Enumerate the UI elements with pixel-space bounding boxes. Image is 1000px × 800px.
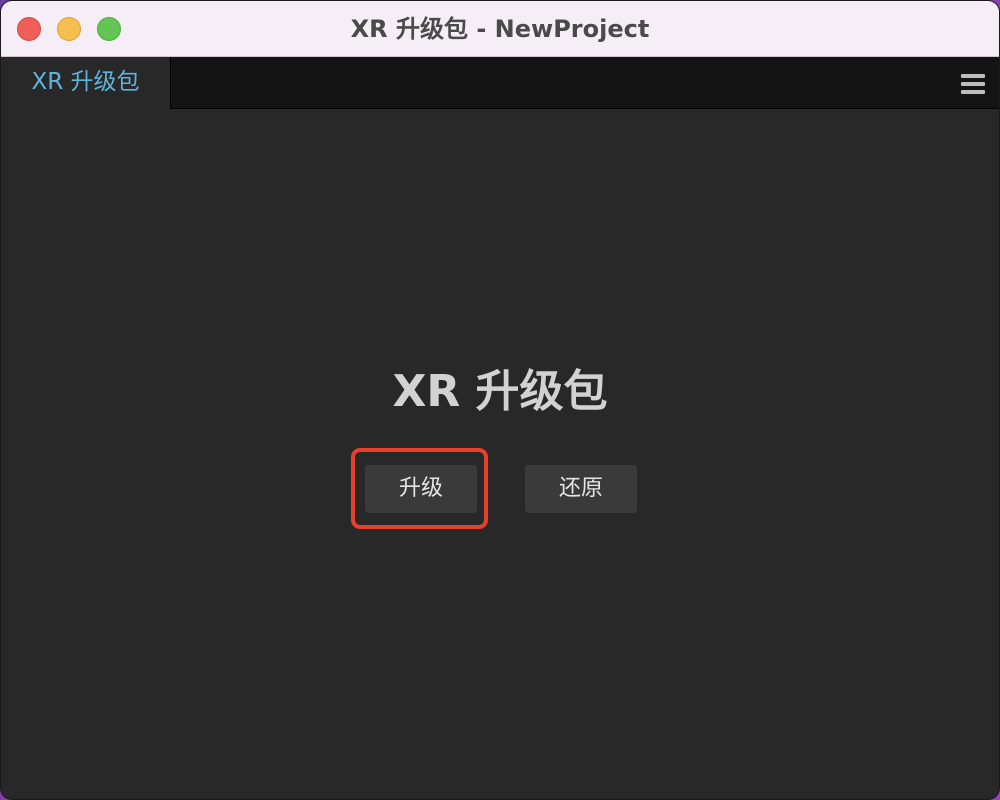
restore-button[interactable]: 还原 <box>525 465 637 513</box>
app-window: XR 升级包 - NewProject XR 升级包 XR 升级包 升级 还原 <box>0 0 1000 800</box>
page-title: XR 升级包 <box>392 366 608 417</box>
tab-label: XR 升级包 <box>31 69 140 95</box>
hamburger-menu-icon[interactable] <box>961 74 985 94</box>
panel-tab-bar: XR 升级包 <box>1 57 999 109</box>
title-bar: XR 升级包 - NewProject <box>1 1 999 57</box>
tab-xr-upgrade[interactable]: XR 升级包 <box>1 57 171 109</box>
upgrade-button[interactable]: 升级 <box>365 465 477 513</box>
panel-content: XR 升级包 升级 还原 <box>1 109 999 799</box>
window-title: XR 升级包 - NewProject <box>350 15 650 43</box>
